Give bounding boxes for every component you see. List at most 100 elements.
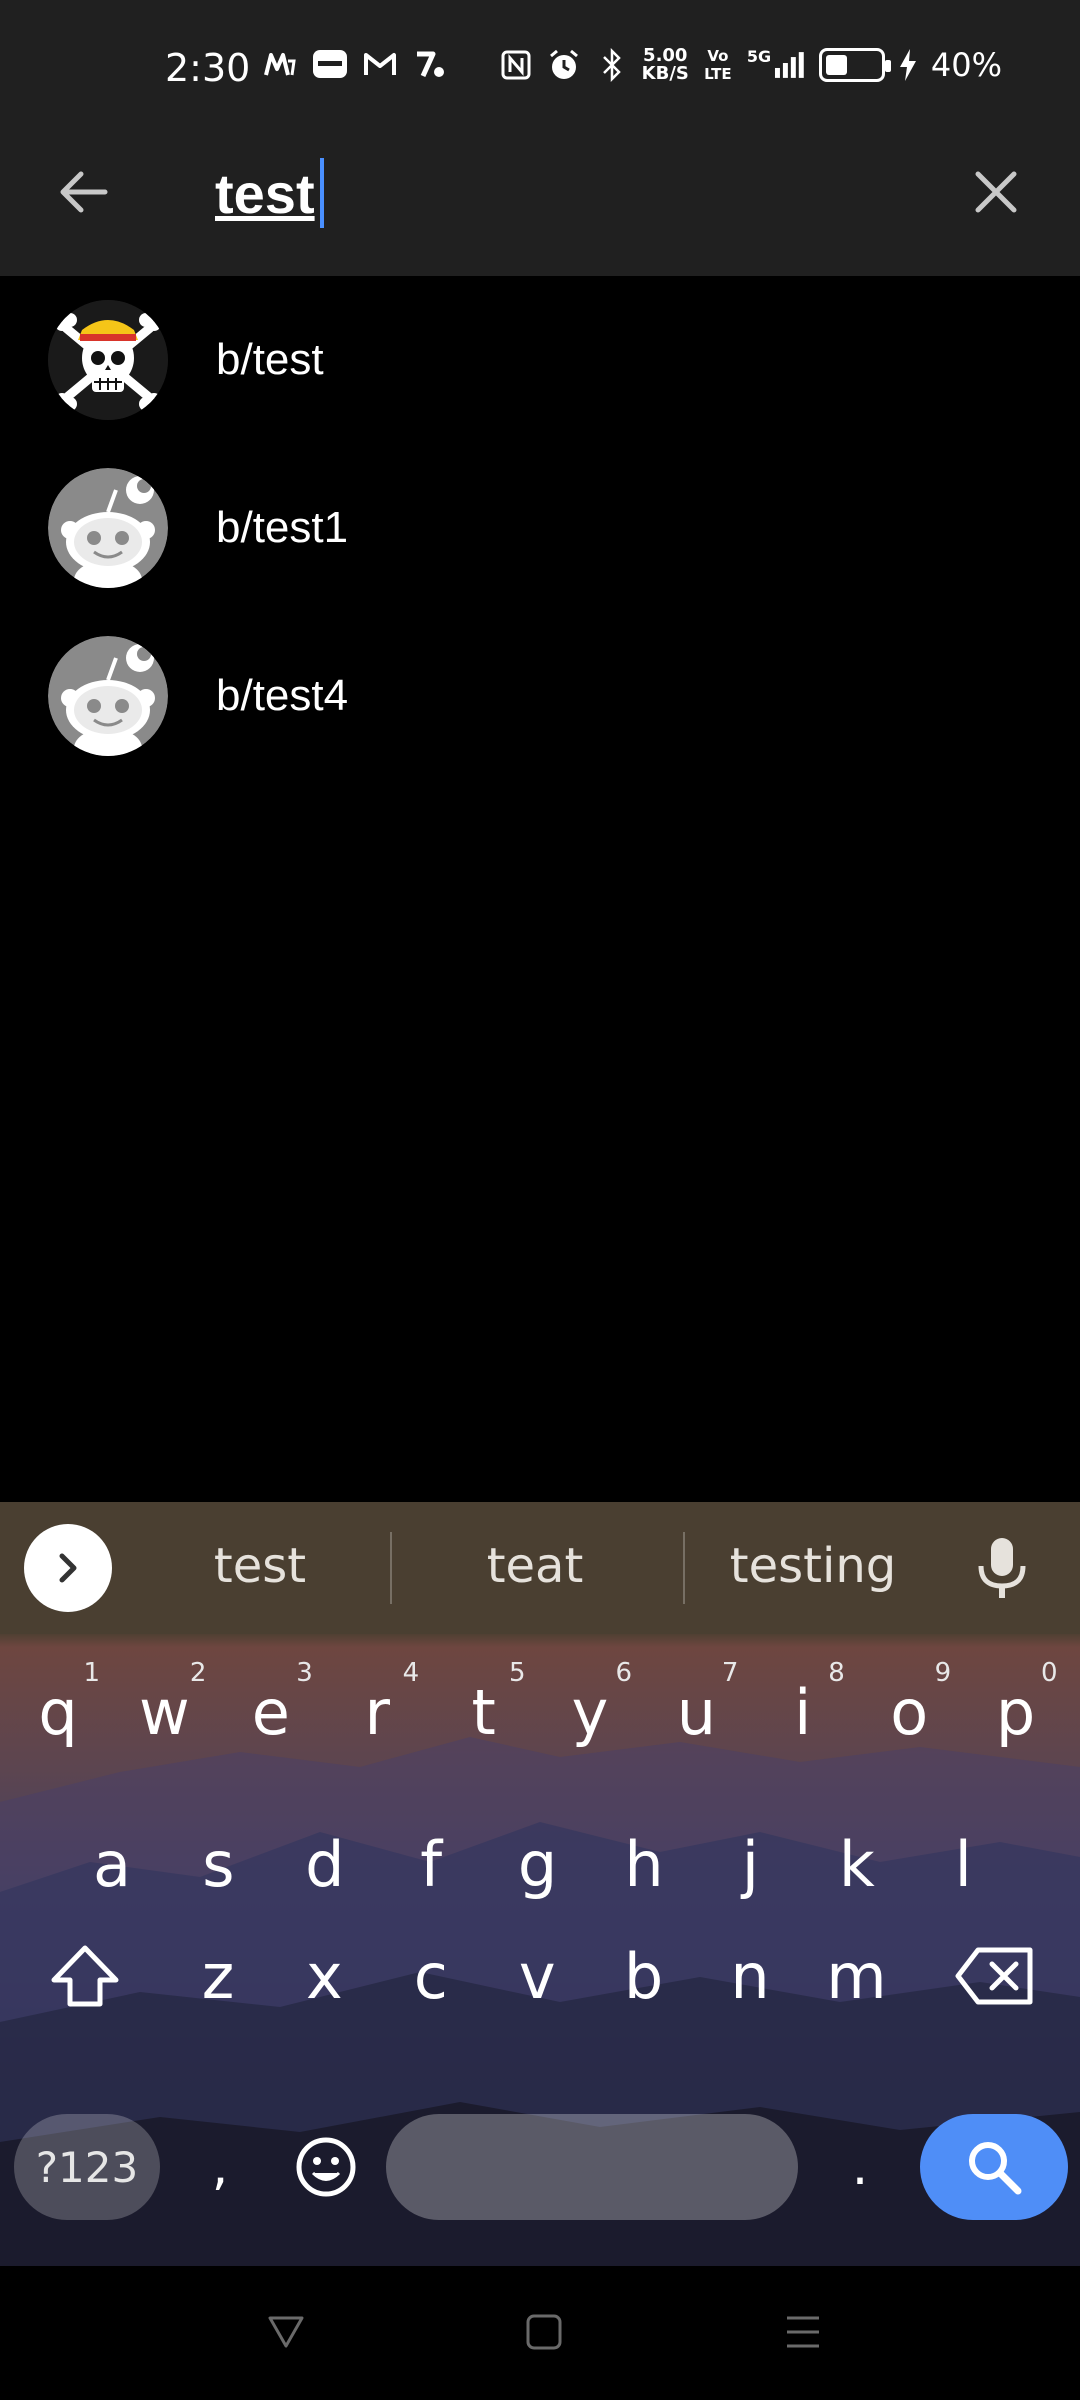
battery-level xyxy=(825,55,847,75)
result-item-test1[interactable]: b/test1 xyxy=(0,444,1080,612)
key-y[interactable]: y6 xyxy=(540,1652,640,1772)
key-number-hint: 2 xyxy=(189,1658,207,1688)
search-results-list: b/test b/test1 b/test4 xyxy=(0,276,1080,780)
notification-icons xyxy=(262,46,448,82)
key-g[interactable]: g xyxy=(488,1804,588,1924)
microphone-icon[interactable] xyxy=(972,1536,1032,1600)
key-letter: q xyxy=(38,1675,78,1749)
key-letter: t xyxy=(471,1675,496,1749)
battery-percent: 40% xyxy=(930,46,1002,84)
key-h[interactable]: h xyxy=(594,1804,694,1924)
search-icon xyxy=(969,2142,1022,2195)
key-p[interactable]: p0 xyxy=(966,1652,1066,1772)
key-number-hint: 4 xyxy=(402,1658,420,1688)
arrow-left-icon xyxy=(60,171,108,213)
result-label: b/test1 xyxy=(216,503,349,552)
gmail-icon xyxy=(362,46,398,82)
key-w[interactable]: w2 xyxy=(114,1652,214,1772)
symbols-key[interactable]: ?123 xyxy=(14,2114,160,2220)
zomato-icon xyxy=(312,46,348,82)
suggestion-2[interactable]: teat xyxy=(420,1538,650,1594)
key-x[interactable]: x xyxy=(274,1916,374,2036)
network-type: 5G xyxy=(746,47,772,66)
charging-icon xyxy=(897,47,919,83)
square-home-icon xyxy=(526,2314,562,2350)
shift-key[interactable] xyxy=(30,1916,140,2036)
key-a[interactable]: a xyxy=(62,1804,162,1924)
keyboard-search-key[interactable] xyxy=(920,2114,1068,2220)
key-letter: y xyxy=(571,1675,609,1749)
signal-icon: 5G xyxy=(747,47,807,83)
myntra-icon xyxy=(262,46,298,82)
key-i[interactable]: i8 xyxy=(753,1652,853,1772)
key-number-hint: 9 xyxy=(934,1658,952,1688)
back-button[interactable] xyxy=(42,152,122,232)
nav-back-button[interactable] xyxy=(256,2302,316,2362)
key-o[interactable]: o9 xyxy=(859,1652,959,1772)
key-q[interactable]: q1 xyxy=(8,1652,108,1772)
key-c[interactable]: c xyxy=(381,1916,481,2036)
key-f[interactable]: f xyxy=(381,1804,481,1924)
suggestion-1[interactable]: test xyxy=(145,1538,375,1594)
key-b[interactable]: b xyxy=(594,1916,694,2036)
key-d[interactable]: d xyxy=(275,1804,375,1924)
suggestion-divider xyxy=(683,1532,685,1604)
suggestion-divider xyxy=(390,1532,392,1604)
period-key[interactable]: . xyxy=(815,2114,905,2220)
key-z[interactable]: z xyxy=(168,1916,268,2036)
key-letter: e xyxy=(251,1675,290,1749)
default-snoo-avatar xyxy=(48,636,168,756)
system-status: 5.00 KB/S Vo LTE 5G 40% xyxy=(498,46,1002,84)
nav-home-button[interactable] xyxy=(514,2302,574,2362)
triangle-back-icon xyxy=(268,2316,304,2348)
suggestion-3[interactable]: testing xyxy=(698,1538,928,1594)
result-item-test4[interactable]: b/test4 xyxy=(0,612,1080,780)
emoji-key[interactable] xyxy=(276,2114,376,2220)
key-number-hint: 8 xyxy=(828,1658,845,1688)
key-v[interactable]: v xyxy=(487,1916,587,2036)
bluetooth-icon xyxy=(594,47,630,83)
network-speed-unit: KB/S xyxy=(641,63,689,84)
key-k[interactable]: k xyxy=(807,1804,907,1924)
space-bar[interactable] xyxy=(386,2114,798,2220)
clear-search-button[interactable] xyxy=(956,152,1036,232)
default-snoo-avatar xyxy=(48,468,168,588)
app-icon xyxy=(412,46,448,82)
key-e[interactable]: e3 xyxy=(221,1652,321,1772)
key-letter: r xyxy=(364,1675,390,1749)
key-letter: w xyxy=(139,1675,190,1749)
result-item-test[interactable]: b/test xyxy=(0,276,1080,444)
key-letter: p xyxy=(995,1675,1036,1749)
expand-toolbar-button[interactable] xyxy=(24,1524,112,1612)
key-letter: u xyxy=(676,1675,717,1749)
key-l[interactable]: l xyxy=(913,1804,1013,1924)
key-t[interactable]: t5 xyxy=(434,1652,534,1772)
key-n[interactable]: n xyxy=(700,1916,800,2036)
system-navigation-bar xyxy=(0,2266,1080,2400)
volte-indicator: Vo LTE xyxy=(704,47,732,83)
key-number-hint: 5 xyxy=(509,1658,526,1688)
key-u[interactable]: u7 xyxy=(646,1652,746,1772)
battery-icon xyxy=(818,48,891,82)
key-number-hint: 0 xyxy=(1041,1658,1058,1688)
key-letter: o xyxy=(890,1675,929,1749)
comma-key[interactable]: , xyxy=(180,2114,260,2220)
status-time: 2:30 xyxy=(165,46,251,90)
suggestion-strip: test teat testing xyxy=(0,1502,1080,1634)
key-letter: i xyxy=(794,1675,812,1749)
text-caret xyxy=(320,158,324,228)
shift-icon xyxy=(51,1945,119,2007)
status-bar: 2:30 5.00 KB/S Vo LTE 5G 40% xyxy=(0,0,1080,108)
nav-recents-button[interactable] xyxy=(773,2302,833,2362)
network-speed: 5.00 KB/S xyxy=(642,47,689,83)
jolly-roger-avatar xyxy=(48,300,168,420)
close-icon xyxy=(975,171,1017,213)
backspace-icon xyxy=(955,1947,1033,2005)
key-j[interactable]: j xyxy=(700,1804,800,1924)
key-m[interactable]: m xyxy=(806,1916,906,2036)
key-r[interactable]: r4 xyxy=(327,1652,427,1772)
alarm-icon xyxy=(546,47,582,83)
key-s[interactable]: s xyxy=(168,1804,268,1924)
backspace-key[interactable] xyxy=(940,1916,1050,2036)
soft-keyboard: test teat testing q1w2e3r4t5y6u7i8o9p0 a… xyxy=(0,1502,1080,2266)
